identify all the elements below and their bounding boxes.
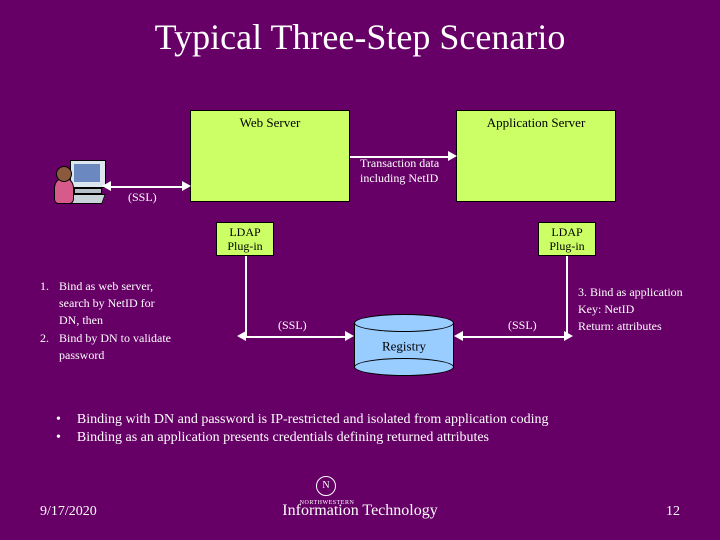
step-number: 1. bbox=[40, 278, 49, 328]
web-server-box: Web Server bbox=[190, 110, 350, 202]
steps-left: 1. Bind as web server, search by NetID f… bbox=[40, 278, 240, 364]
ldap-plugin-left: LDAP Plug-in bbox=[216, 222, 274, 256]
user-computer-icon bbox=[50, 160, 110, 216]
app-server-box: Application Server bbox=[456, 110, 616, 202]
app-server-label: Application Server bbox=[457, 115, 615, 131]
ssl-label-left: (SSL) bbox=[128, 190, 157, 205]
slide-title: Typical Three-Step Scenario bbox=[0, 16, 720, 58]
bullet-marker: • bbox=[56, 430, 61, 446]
arrowhead-icon bbox=[182, 181, 191, 191]
bullet-list: • Binding with DN and password is IP-rest… bbox=[56, 412, 676, 448]
footer-center: Information Technology bbox=[0, 502, 720, 520]
arrowhead-icon bbox=[448, 151, 457, 161]
arrowhead-icon bbox=[454, 331, 463, 341]
connector bbox=[245, 256, 247, 336]
registry-database-icon: Registry bbox=[354, 314, 454, 376]
bullet-marker: • bbox=[56, 412, 61, 428]
northwestern-logo-icon: N bbox=[316, 476, 336, 496]
registry-label: Registry bbox=[354, 339, 454, 355]
step-text: Bind by DN to validate password bbox=[59, 330, 171, 364]
arrowhead-icon bbox=[102, 181, 111, 191]
step-number: 2. bbox=[40, 330, 49, 364]
arrowhead-icon bbox=[564, 331, 573, 341]
footer-page-number: 12 bbox=[666, 504, 680, 520]
arrow-plugin-to-registry bbox=[245, 336, 347, 338]
bullet-text: Binding with DN and password is IP-restr… bbox=[77, 412, 549, 428]
arrow-user-to-web bbox=[110, 186, 182, 188]
ssl-label-right: (SSL) bbox=[508, 318, 537, 333]
steps-right: 3. Bind as application Key: NetID Return… bbox=[578, 284, 718, 334]
bullet-text: Binding as an application presents crede… bbox=[77, 430, 489, 446]
ldap-plugin-right: LDAP Plug-in bbox=[538, 222, 596, 256]
transaction-label: Transaction data including NetID bbox=[360, 156, 439, 186]
web-server-label: Web Server bbox=[191, 115, 349, 131]
arrow-plugin-to-registry-right bbox=[462, 336, 566, 338]
arrowhead-icon bbox=[345, 331, 354, 341]
connector bbox=[566, 256, 568, 336]
step-text: Bind as web server, search by NetID for … bbox=[59, 278, 155, 328]
slide: Typical Three-Step Scenario Web Server L… bbox=[0, 0, 720, 540]
ssl-label-mid: (SSL) bbox=[278, 318, 307, 333]
